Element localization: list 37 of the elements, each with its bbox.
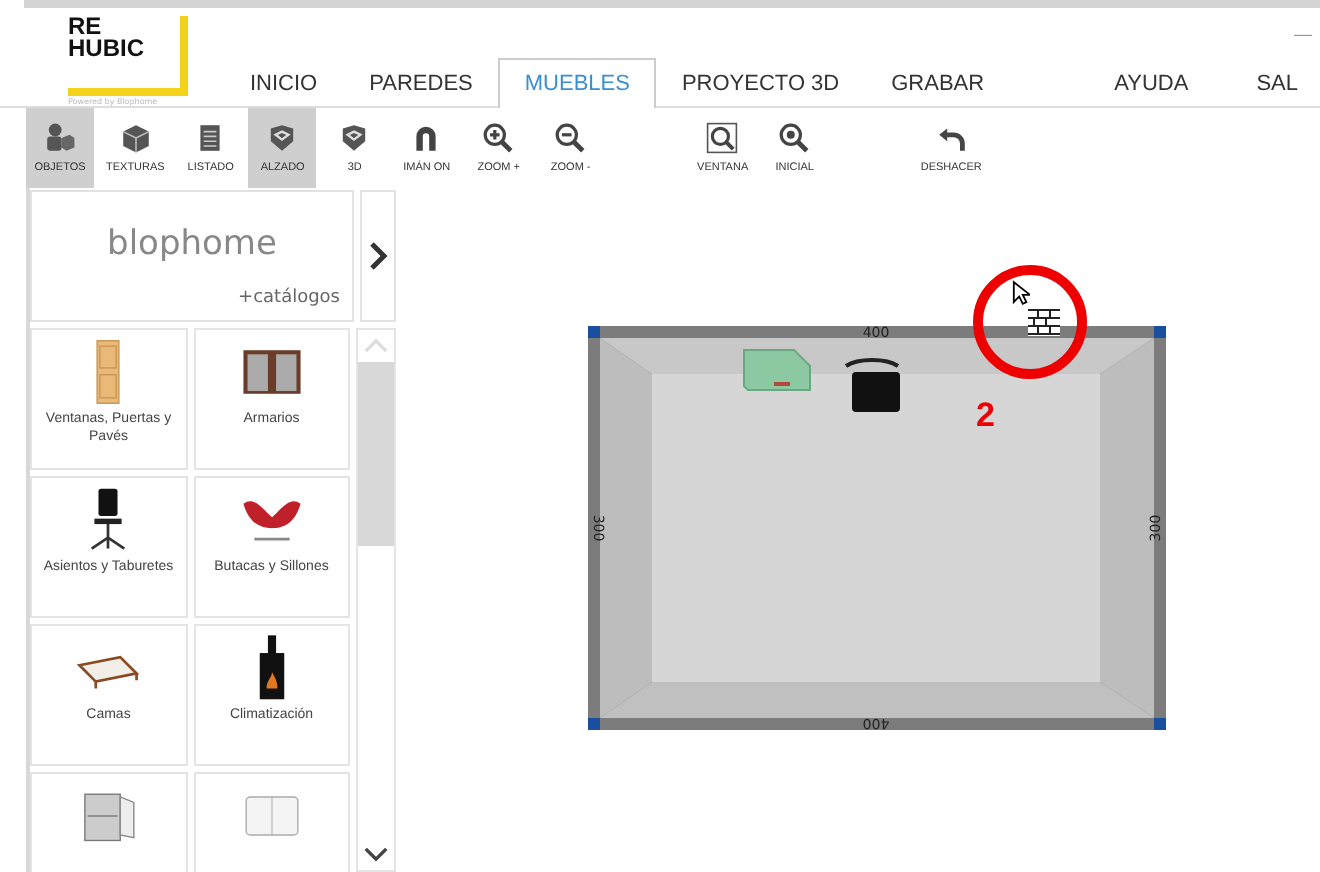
scroll-up-icon <box>364 338 388 354</box>
zoom-in-icon <box>482 122 515 154</box>
catalog-brand: blophome <box>107 224 277 264</box>
annotation-number: 2 <box>976 396 995 436</box>
logo-text: RE <box>68 16 102 38</box>
menu-tab[interactable]: INICIO <box>224 58 344 108</box>
category-tile[interactable] <box>30 772 187 872</box>
menu-tab[interactable]: AYUDA <box>1092 58 1211 108</box>
menu-tab[interactable]: GRABAR <box>865 58 1011 108</box>
catalogs-link[interactable]: +catálogos <box>238 288 340 308</box>
zoom-out-icon <box>554 122 587 154</box>
catalog-card[interactable]: blophome +catálogos <box>30 190 354 322</box>
cursor-icon <box>1012 280 1030 306</box>
zoom-window-icon <box>706 122 739 154</box>
shield-icon <box>338 122 371 154</box>
highlight-circle <box>970 262 1090 382</box>
shield-icon <box>266 122 299 154</box>
menu-tab[interactable]: PROYECTO 3D <box>655 58 866 108</box>
nightstand-drawing[interactable] <box>743 349 811 391</box>
scrollbar-thumb[interactable] <box>358 362 394 546</box>
corner-handle[interactable] <box>588 718 600 730</box>
magnifier-icon <box>778 122 811 154</box>
objects-icon <box>44 122 76 154</box>
corner-handle[interactable] <box>1154 718 1166 730</box>
corner-handle[interactable] <box>1154 326 1166 338</box>
menu-tab[interactable]: SAL <box>1234 58 1320 108</box>
next-button[interactable] <box>360 190 396 322</box>
scroll-down-icon <box>364 846 388 862</box>
cube-icon <box>119 122 152 154</box>
menu-tab[interactable]: PAREDES <box>343 58 499 108</box>
scrollbar[interactable] <box>356 328 396 872</box>
armchair-drawing[interactable] <box>845 358 900 412</box>
chevron-right-icon <box>368 242 388 270</box>
category-tile[interactable] <box>193 772 350 872</box>
logo-text: HUBIC <box>68 38 146 60</box>
brick-wall-icon <box>1028 308 1060 336</box>
corner-handle[interactable] <box>588 326 600 338</box>
